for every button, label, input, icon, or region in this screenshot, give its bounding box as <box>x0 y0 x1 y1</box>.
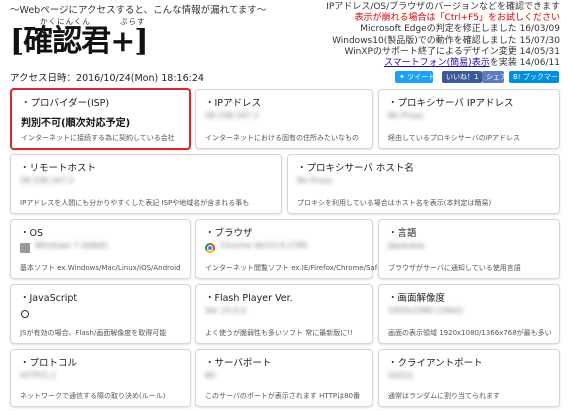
info-line: WinXPのサポート終了によるデザイン変更 14/05/31 <box>344 46 560 57</box>
card-title: ・画面解像度 <box>388 293 446 304</box>
card-title: ・プロトコル <box>20 358 78 369</box>
isp-value: 判別不可(順次対応予定) <box>21 118 131 129</box>
hatena-bookmark-button[interactable]: B! ブックマーク <box>509 71 565 83</box>
tagline: 〜Webページにアクセスすると、こんな情報が漏れてます〜 <box>10 5 267 16</box>
card-title: ・ブラウザ <box>205 228 253 239</box>
card-resolution: ・画面解像度 1920x1080 (24bit) 画面の表示領域 1920x10… <box>378 284 560 344</box>
card-desc: インターネットに接続する為に契約している会社 <box>21 134 175 142</box>
server-port-value: 80 <box>205 371 216 380</box>
card-proxy-host: ・プロキシサーバ ホスト名 No Proxy プロキシを利用している場合はホスト… <box>287 154 560 214</box>
card-flash: ・Flash Player Ver. Ver 23.0.0 よく使うが脆弱性も多… <box>195 284 373 344</box>
info-warning: 表示が崩れる場合は「Ctrl+F5」をお試しください <box>354 13 560 24</box>
card-proxy-ip: ・プロキシサーバ IPアドレス No Proxy 経由しているプロキシサーバのI… <box>378 89 560 149</box>
card-title: ・クライアントポート <box>388 358 483 369</box>
card-client-port: ・クライアントポート 54321 通常はランダムに割り当てられます <box>378 349 560 407</box>
card-desc: 画面の表示領域 1920x1080/1366x768が最も多い <box>388 329 552 337</box>
like-button[interactable]: いいね！1 <box>442 71 482 83</box>
card-desc: 通常はランダムに割り当てられます <box>388 392 500 400</box>
language-value: Japanese <box>388 241 425 250</box>
card-browser: ・ブラウザ Chrome Ver53.0.2785 インターネット閲覧ソフト e… <box>195 219 386 279</box>
info-line: Windows10(製品版)での動作を確認しました 15/07/30 <box>332 35 560 46</box>
card-desc: インターネットにおける固有の住所みたいなもの <box>205 134 359 142</box>
card-title: ・プロキシサーバ IPアドレス <box>388 98 514 109</box>
resolution-value: 1920x1080 (24bit) <box>388 306 463 315</box>
card-javascript: ・JavaScript JSが有効の場合、Flash/画面解像度を取得可能 <box>10 284 191 344</box>
windows-icon <box>20 243 30 253</box>
card-title: ・Flash Player Ver. <box>205 293 293 304</box>
site-logo[interactable]: [確認君+] <box>10 22 149 62</box>
info-line: スマートフォン(簡易)表示を実装 14/06/11 <box>383 58 560 69</box>
card-title: ・OS <box>20 228 44 239</box>
tweet-button[interactable]: ✦ ツイート <box>395 71 435 83</box>
twitter-icon: ✦ <box>399 73 408 81</box>
info-line: IPアドレス/OS/ブラウザのバージョンなどを確認できます <box>326 2 560 12</box>
info-line: Microsoft Edgeの判定を修正しました 16/03/09 <box>360 24 560 35</box>
card-remote-host: ・リモートホスト 58.158.167.2 IPアドレスを人間にも分かりやすくし… <box>10 154 282 214</box>
flash-value: Ver 23.0.0 <box>205 306 247 315</box>
card-desc: 経由しているプロキシサーバのIPアドレス <box>388 134 521 142</box>
card-desc: ネットワークで通信する際の取り決め(ルール) <box>20 392 166 400</box>
card-title: ・JavaScript <box>20 293 78 304</box>
chrome-icon <box>205 243 215 253</box>
card-title: ・言語 <box>388 228 417 239</box>
card-desc: インターネット閲覧ソフト ex.IE/Firefox/Chrome/Safari <box>205 264 387 272</box>
card-desc: 基本ソフト ex.Windows/Mac/Linux/iOS/Android <box>20 264 181 272</box>
card-desc: IPアドレスを人間にも分かりやすくした表記 ISPや地域名が含まれる事も <box>20 199 250 207</box>
card-title: ・プロバイダー(ISP) <box>21 98 110 109</box>
proxy-ip-value: No Proxy <box>388 111 424 120</box>
card-protocol: ・プロトコル HTTP/1.1 ネットワークで通信する際の取り決め(ルール) <box>10 349 191 407</box>
hatena-icon: B! <box>513 73 523 81</box>
card-ip-address: ・IPアドレス 58.158.167.2 インターネットにおける固有の住所みたい… <box>195 89 373 149</box>
smartphone-link[interactable]: スマートフォン(簡易)表示 <box>384 58 490 68</box>
browser-value: Chrome Ver53.0.2785 <box>220 241 308 250</box>
card-desc: よく使うが脆弱性も多いソフト 常に最新版に!! <box>205 329 353 337</box>
card-title: ・リモートホスト <box>20 163 97 174</box>
protocol-value: HTTP/1.1 <box>20 371 56 380</box>
access-datetime: アクセス日時：2016/10/24(Mon) 18:16:24 <box>10 73 204 84</box>
remote-host-value: 58.158.167.2 <box>20 176 74 185</box>
os-value: Windows 7 (64bit) <box>35 241 108 250</box>
card-desc: このサーバのポートが表示されます HTTPは80番 <box>205 392 360 400</box>
card-os: ・OS Windows 7 (64bit) 基本ソフト ex.Windows/M… <box>10 219 191 279</box>
card-title: ・IPアドレス <box>205 98 262 109</box>
ip-value: 58.158.167.2 <box>205 111 259 120</box>
card-title: ・プロキシサーバ ホスト名 <box>297 163 414 174</box>
card-desc: JSが有効の場合、Flash/画面解像度を取得可能 <box>20 329 167 337</box>
card-isp: ・プロバイダー(ISP) 判別不可(順次対応予定) インターネットに接続する為に… <box>10 88 191 150</box>
javascript-enabled-icon <box>21 310 29 318</box>
client-port-value: 54321 <box>388 371 414 380</box>
share-button[interactable]: シェア <box>482 71 507 83</box>
proxy-host-value: No Proxy <box>297 176 333 185</box>
card-server-port: ・サーバポート 80 このサーバのポートが表示されます HTTPは80番 <box>195 349 373 407</box>
card-desc: ブラウザがサーバに通知している使用言語 <box>388 264 521 272</box>
card-title: ・サーバポート <box>205 358 272 369</box>
card-language: ・言語 Japanese ブラウザがサーバに通知している使用言語 <box>378 219 560 279</box>
info-panel: IPアドレス/OS/ブラウザのバージョンなどを確認できます 表示が崩れる場合は「… <box>326 2 560 69</box>
card-desc: プロキシを利用している場合はホスト名を表示(本判定は簡易) <box>297 199 492 207</box>
